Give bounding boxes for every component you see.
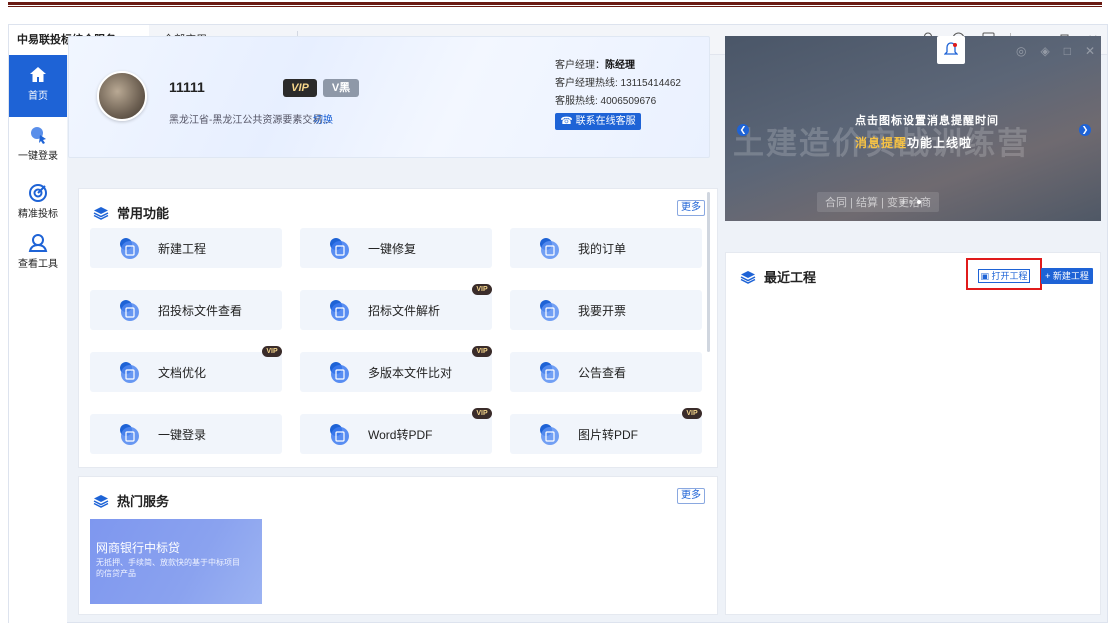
section-title: 最近工程 (764, 270, 817, 285)
sidebar: 首页 一键登录 精准投标 查看工具 (9, 55, 67, 624)
vip-type-badge: V黑 (323, 79, 359, 97)
banner-line1: 点击图标设置消息提醒时间 (855, 115, 999, 127)
sidebar-item-label: 精准投标 (18, 209, 58, 220)
function-label: 文档优化 (158, 366, 207, 380)
function-icon (330, 300, 349, 321)
function-tile[interactable]: 公告查看 (510, 352, 702, 392)
sidebar-item-view-tools[interactable]: 查看工具 (9, 233, 67, 270)
layers-icon (93, 494, 109, 508)
promo-subtitle: 无抵押、手续简、放款快的基于中标项目的信贷产品 (96, 558, 240, 578)
function-label: 多版本文件比对 (368, 366, 453, 380)
function-tile[interactable]: 文档优化 VIP (90, 346, 282, 392)
sidebar-item-login[interactable]: 一键登录 (9, 125, 67, 162)
new-project-button[interactable]: + 新建工程 (1041, 268, 1093, 284)
layers-icon (740, 270, 756, 284)
manager-hotline: 客户经理热线: 13115414462 (555, 78, 681, 89)
chevron-right-icon[interactable]: ❯ (1079, 124, 1091, 136)
headset-icon: ☎ (560, 116, 573, 127)
function-label: 公告查看 (578, 366, 627, 380)
vip-tag: VIP (682, 408, 702, 419)
function-tile[interactable]: 招投标文件查看 (90, 290, 282, 330)
function-icon (540, 300, 559, 321)
function-tile[interactable]: 我的订单 (510, 228, 702, 268)
function-icon (120, 238, 139, 259)
sidebar-item-home[interactable]: 首页 (9, 55, 67, 117)
recent-projects-header: 最近工程 (740, 267, 816, 286)
function-label: 图片转PDF (578, 428, 639, 442)
function-icon (540, 238, 559, 259)
function-tile[interactable]: 多版本文件比对 VIP (300, 346, 492, 392)
target-icon (29, 184, 47, 202)
switch-region-link[interactable]: 切换 (313, 111, 333, 126)
region-text: 黑龙江省-黑龙江公共资源要素交易... (169, 115, 331, 126)
function-tile[interactable]: 图片转PDF VIP (510, 408, 702, 454)
banner-line2-rest: 功能上线啦 (907, 136, 973, 150)
vip-tag: VIP (472, 284, 492, 295)
scrollbar[interactable] (707, 192, 710, 352)
more-services-button[interactable]: 更多 (677, 488, 705, 504)
sidebar-item-label: 首页 (28, 91, 48, 102)
function-label: 新建工程 (158, 242, 207, 256)
sidebar-item-precise-bid[interactable]: 精准投标 (9, 183, 67, 220)
promo-card-loan[interactable]: 网商银行中标贷 无抵押、手续简、放款快的基于中标项目的信贷产品 (90, 519, 262, 604)
document-header-rule (0, 0, 1110, 7)
function-icon (120, 424, 139, 445)
common-functions-header: 常用功能 (93, 203, 169, 222)
vip-tag: VIP (262, 346, 282, 357)
bell-icon (937, 36, 965, 64)
hot-services-header: 热门服务 (93, 491, 169, 510)
vip-tag: VIP (472, 346, 492, 357)
vip-tag: VIP (472, 408, 492, 419)
function-tile[interactable]: 我要开票 (510, 290, 702, 330)
more-functions-button[interactable]: 更多 (677, 200, 705, 216)
banner-highlight: 消息提醒 (855, 136, 908, 150)
function-label: 招标文件解析 (368, 304, 441, 318)
function-icon (330, 238, 349, 259)
function-label: 一键登录 (158, 428, 207, 442)
section-title: 热门服务 (117, 494, 170, 509)
user-search-icon (28, 234, 48, 252)
layers-icon (93, 206, 109, 220)
vip-badge: VIP (283, 79, 317, 97)
home-icon (30, 67, 46, 82)
announcement-banner[interactable]: 土建造价实战训练营 ◎ ◈ □ ✕ 点击图标设置消息提醒时间 消息提醒功能上线啦 合同… (725, 36, 1101, 221)
username: 11111 (169, 79, 205, 95)
service-hotline: 客服热线: 4006509676 (555, 96, 657, 107)
function-label: 我要开票 (578, 304, 627, 318)
function-icon (540, 424, 559, 445)
function-tile[interactable]: 招标文件解析 VIP (300, 284, 492, 330)
function-label: 招投标文件查看 (158, 304, 243, 318)
sidebar-item-label: 一键登录 (18, 151, 58, 162)
sidebar-item-label: 查看工具 (18, 259, 58, 270)
banner-window-icons: ◎ ◈ □ ✕ (1015, 44, 1095, 58)
manager-label: 客户经理： (555, 60, 605, 71)
section-title: 常用功能 (117, 206, 170, 221)
promo-title: 网商银行中标贷 (96, 541, 181, 555)
function-icon (330, 362, 349, 383)
chevron-left-icon[interactable]: ❮ (737, 124, 749, 136)
function-icon (540, 362, 559, 383)
function-icon (120, 362, 139, 383)
recent-projects-card: 最近工程 (725, 252, 1101, 615)
function-label: Word转PDF (368, 428, 433, 442)
function-tile[interactable]: 一键修复 (300, 228, 492, 268)
manager-name: 陈经理 (605, 60, 635, 71)
contact-online-service-button[interactable]: ☎ 联系在线客服 (555, 113, 641, 130)
carousel-dots[interactable] (901, 200, 921, 204)
function-label: 我的订单 (578, 242, 627, 256)
manager-info: 客户经理：陈经理 客户经理热线: 13115414462 客服热线: 40065… (555, 57, 681, 111)
function-tile[interactable]: Word转PDF VIP (300, 408, 492, 454)
function-tile[interactable]: 一键登录 (90, 414, 282, 454)
login-icon (31, 127, 46, 144)
function-icon (120, 300, 139, 321)
function-label: 一键修复 (368, 242, 417, 256)
avatar[interactable] (97, 71, 147, 121)
function-tile[interactable]: 新建工程 (90, 228, 282, 268)
banner-line2: 消息提醒功能上线啦 (855, 134, 972, 151)
profile-card: 11111 VIP V黑 黑龙江省-黑龙江公共资源要素交易... 切换 客户经理… (68, 36, 710, 158)
function-icon (330, 424, 349, 445)
highlight-box (966, 258, 1042, 290)
contact-button-label: 联系在线客服 (575, 116, 636, 127)
